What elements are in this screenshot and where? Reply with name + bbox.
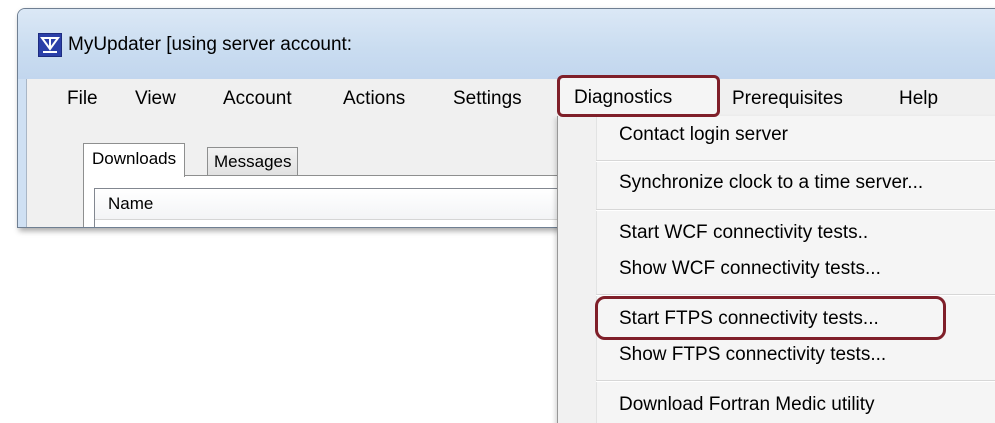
menu-icon-gutter	[558, 116, 596, 423]
menu-diagnostics[interactable]: Diagnostics	[574, 87, 672, 109]
menu-view[interactable]: View	[135, 88, 176, 110]
menu-file[interactable]: File	[67, 88, 98, 110]
menu-item-show-ftps-tests[interactable]: Show FTPS connectivity tests...	[619, 344, 886, 366]
diagnostics-dropdown-menu: Contact login server Synchronize clock t…	[557, 116, 995, 423]
window-title: MyUpdater [using server account:	[68, 34, 353, 55]
menu-gutter-divider	[596, 116, 597, 423]
title-bar: MyUpdater [using server account:	[18, 9, 995, 79]
menu-actions[interactable]: Actions	[343, 88, 405, 110]
screenshot-canvas: MyUpdater [using server account: File Vi…	[0, 0, 995, 423]
menu-prerequisites[interactable]: Prerequisites	[732, 88, 843, 110]
column-name-header[interactable]: Name	[108, 194, 153, 214]
menu-item-download-fortran-medic[interactable]: Download Fortran Medic utility	[619, 394, 875, 416]
menu-item-start-ftps-tests[interactable]: Start FTPS connectivity tests...	[619, 308, 879, 330]
menu-item-show-wcf-tests[interactable]: Show WCF connectivity tests...	[619, 258, 881, 280]
menu-separator	[596, 209, 995, 211]
menu-separator	[596, 380, 995, 382]
menu-item-start-wcf-tests[interactable]: Start WCF connectivity tests..	[619, 222, 868, 244]
menu-help[interactable]: Help	[899, 88, 938, 110]
menu-bar: File View Account Actions Settings Prere…	[26, 79, 995, 117]
menu-settings[interactable]: Settings	[453, 88, 522, 110]
menu-item-contact-login-server[interactable]: Contact login server	[619, 124, 788, 146]
menu-account[interactable]: Account	[223, 88, 292, 110]
tab-messages[interactable]: Messages	[207, 147, 299, 175]
menu-item-synchronize-clock[interactable]: Synchronize clock to a time server...	[619, 172, 923, 194]
menu-separator	[596, 294, 995, 296]
menu-separator	[596, 160, 995, 162]
tab-downloads[interactable]: Downloads	[83, 143, 186, 177]
download-arrow-icon	[38, 33, 62, 57]
